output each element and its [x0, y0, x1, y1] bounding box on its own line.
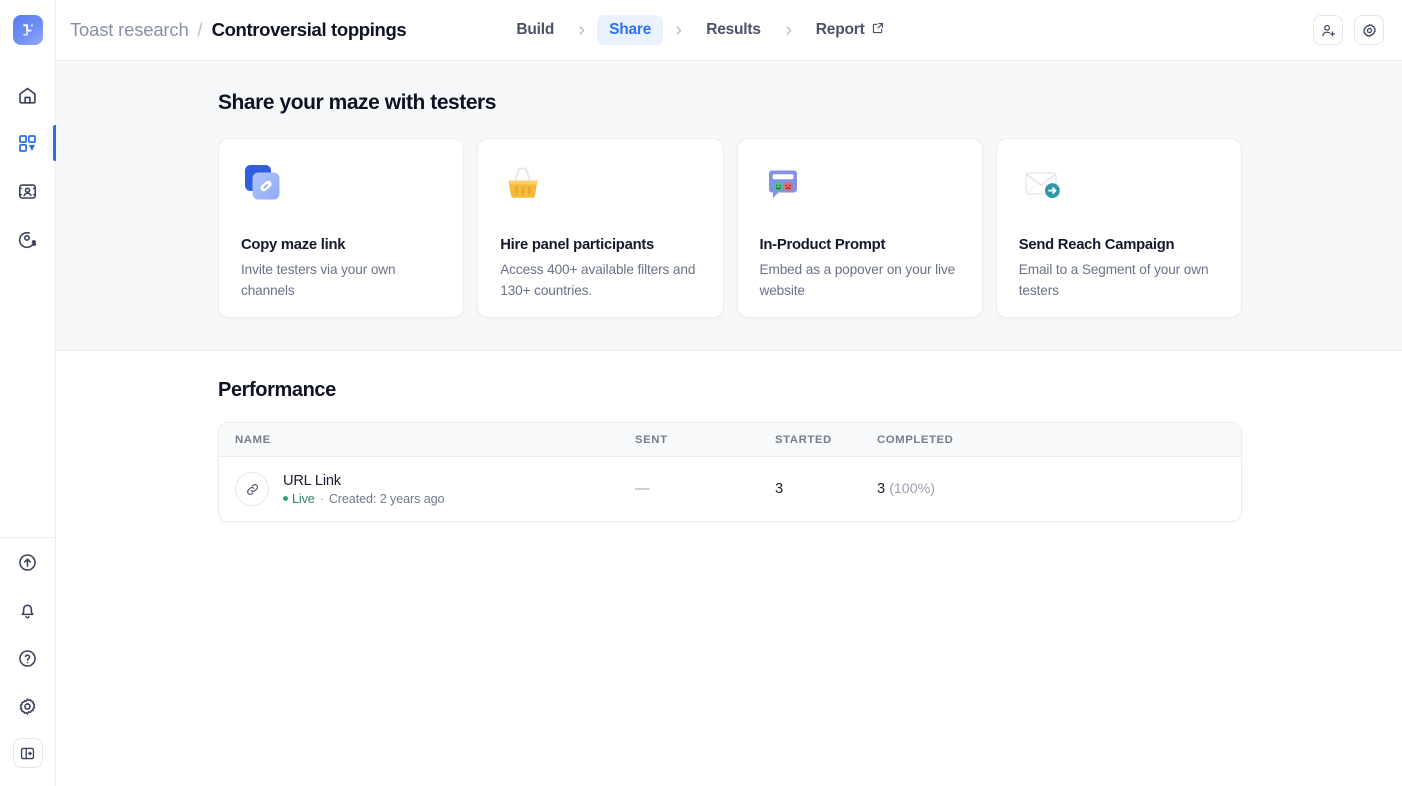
sidebar-item-home[interactable] [0, 71, 56, 119]
subtitle-separator: · [319, 491, 324, 506]
breadcrumb-separator: / [197, 19, 203, 40]
share-inner: Share your maze with testers Copy maze l… [218, 91, 1242, 318]
left-sidebar [0, 0, 56, 786]
share-card-send-reach-campaign[interactable]: Send Reach Campaign Email to a Segment o… [995, 138, 1242, 318]
wizard-steps: Build Share Results Report [504, 15, 896, 46]
share-card-desc: Invite testers via your own channels [241, 262, 396, 298]
topbar-actions [1313, 15, 1384, 45]
share-card-title: Hire panel participants [500, 237, 655, 253]
row-completed: 3 (100%) [877, 481, 1225, 497]
row-started: 3 [775, 481, 784, 497]
share-card-title: Copy maze link [241, 237, 346, 253]
column-header-sent: SENT [635, 433, 668, 446]
external-link-icon [871, 21, 885, 40]
tab-report-label: Report [815, 21, 865, 38]
sidebar-item-upgrade[interactable] [0, 538, 56, 586]
tab-build[interactable]: Build [504, 15, 566, 45]
tab-report[interactable]: Report [804, 15, 897, 46]
row-created: Created: 2 years ago [328, 491, 445, 506]
share-cards: Copy maze link Invite testers via your o… [218, 138, 1242, 318]
row-name: URL Link [283, 472, 341, 489]
row-subtitle: Live · Created: 2 years ago [283, 491, 445, 506]
performance-inner: Performance NAME SENT STARTED COMPLETED [218, 379, 1242, 522]
column-header-started: STARTED [775, 433, 832, 446]
maze-logo[interactable] [12, 15, 43, 45]
sidebar-item-credits[interactable] [0, 215, 56, 263]
tab-results[interactable]: Results [694, 15, 773, 45]
sidebar-primary-nav [0, 71, 56, 263]
tab-share-label: Share [609, 21, 652, 38]
email-send-icon [1019, 161, 1219, 209]
breadcrumb-parent[interactable]: Toast research [70, 19, 189, 41]
chevron-right-icon-3 [776, 24, 801, 37]
sidebar-item-notifications[interactable] [0, 586, 56, 634]
share-card-hire-panel-participants[interactable]: Hire panel participants Access 400+ avai… [477, 138, 724, 318]
performance-table: NAME SENT STARTED COMPLETED URL Link Liv… [218, 422, 1242, 522]
column-header-completed: COMPLETED [877, 433, 954, 446]
copy-link-icon [241, 161, 441, 209]
in-product-prompt-icon [760, 161, 960, 209]
tab-share[interactable]: Share [597, 15, 664, 45]
share-card-in-product-prompt[interactable]: In-Product Prompt Embed as a popover on … [736, 138, 983, 318]
row-completed-percent: (100%) [889, 481, 935, 497]
breadcrumb: Toast research / Controversial toppings [70, 19, 407, 41]
app-root: Toast research / Controversial toppings … [0, 0, 1402, 786]
status-badge: Live [283, 492, 315, 506]
status-label: Live [292, 491, 315, 506]
performance-title: Performance [218, 379, 336, 401]
share-card-desc: Embed as a popover on your live website [759, 262, 956, 298]
status-dot-icon [283, 496, 288, 501]
sidebar-secondary-nav [0, 538, 56, 786]
main-column: Toast research / Controversial toppings … [56, 0, 1402, 786]
breadcrumb-current: Controversial toppings [211, 19, 407, 40]
share-card-desc: Access 400+ available filters and 130+ c… [500, 262, 696, 298]
shopping-basket-icon [500, 161, 700, 209]
sidebar-collapse-toggle[interactable] [12, 738, 43, 768]
row-name-cell: URL Link Live · Created: 2 years ago [235, 472, 635, 506]
performance-section: Performance NAME SENT STARTED COMPLETED [56, 351, 1402, 522]
link-icon [235, 472, 269, 506]
settings-button[interactable] [1354, 15, 1384, 45]
table-row[interactable]: URL Link Live · Created: 2 years ago — 3… [219, 457, 1241, 521]
page-title: Share your maze with testers [218, 91, 497, 114]
chevron-right-icon-2 [666, 24, 691, 37]
chevron-right-icon-1 [569, 24, 594, 37]
sidebar-item-projects[interactable] [0, 119, 56, 167]
table-header-row: NAME SENT STARTED COMPLETED [219, 423, 1241, 457]
sidebar-item-help[interactable] [0, 634, 56, 682]
tab-results-label: Results [706, 21, 761, 38]
share-card-desc: Email to a Segment of your own testers [1018, 262, 1209, 298]
row-sent: — [635, 481, 650, 497]
top-bar: Toast research / Controversial toppings … [56, 0, 1402, 61]
page-content: Share your maze with testers Copy maze l… [56, 61, 1402, 786]
invite-member-button[interactable] [1313, 15, 1343, 45]
tab-build-label: Build [516, 21, 555, 38]
sidebar-item-settings[interactable] [0, 682, 56, 730]
column-header-name: NAME [235, 433, 271, 446]
share-card-title: Send Reach Campaign [1018, 237, 1175, 253]
share-card-copy-maze-link[interactable]: Copy maze link Invite testers via your o… [218, 138, 465, 318]
row-name-text-group: URL Link Live · Created: 2 years ago [283, 472, 445, 506]
share-card-title: In-Product Prompt [759, 237, 886, 253]
row-completed-count: 3 [877, 481, 886, 497]
share-section: Share your maze with testers Copy maze l… [56, 61, 1402, 351]
sidebar-item-panel[interactable] [0, 167, 56, 215]
